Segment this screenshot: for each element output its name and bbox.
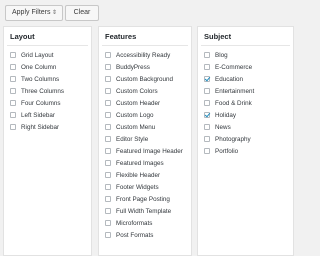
checkbox[interactable] (105, 148, 111, 154)
filter-option-label: Custom Background (116, 76, 174, 83)
checkbox[interactable] (204, 100, 210, 106)
filter-option-label: Custom Colors (116, 88, 158, 95)
checkbox[interactable] (10, 100, 16, 106)
checkbox-checked[interactable] (204, 112, 210, 118)
checkbox[interactable] (204, 136, 210, 142)
checkbox[interactable] (105, 136, 111, 142)
filter-option-label: Front Page Posting (116, 196, 170, 203)
features-panel-title: Features (105, 32, 137, 41)
filter-option-label: Footer Widgets (116, 184, 159, 191)
checkbox[interactable] (105, 52, 111, 58)
filter-option-label: BuddyPress (116, 64, 150, 71)
sort-arrows-icon: ⇕ (52, 10, 58, 16)
filter-option-label: Photography (215, 136, 251, 143)
filter-option-label: Editor Style (116, 136, 149, 143)
checkbox[interactable] (105, 160, 111, 166)
checkbox[interactable] (10, 124, 16, 130)
checkbox[interactable] (10, 76, 16, 82)
filter-option-label: Accessibility Ready (116, 52, 171, 59)
apply-filters-button[interactable]: Apply Filters ⇕ (5, 5, 63, 21)
filter-option-label: Flexible Header (116, 172, 161, 179)
checkbox[interactable] (204, 88, 210, 94)
filter-option-label: Two Columns (21, 76, 60, 83)
checkbox[interactable] (204, 124, 210, 130)
checkbox[interactable] (105, 196, 111, 202)
checkbox[interactable] (204, 148, 210, 154)
checkbox[interactable] (10, 64, 16, 70)
layout-panel: Layout Grid Layout One Column Two Columns T… (3, 26, 92, 256)
filter-option-label: Grid Layout (21, 52, 54, 59)
checkbox[interactable] (10, 112, 16, 118)
subject-panel-title: Subject (204, 32, 232, 41)
checkbox[interactable] (105, 220, 111, 226)
filter-option-label: Portfolio (215, 148, 239, 155)
checkbox[interactable] (105, 76, 111, 82)
filter-option-label: Featured Image Header (116, 148, 183, 155)
checkbox[interactable] (204, 64, 210, 70)
checkbox[interactable] (105, 208, 111, 214)
filter-option-label: Four Columns (21, 100, 61, 107)
layout-divider (7, 45, 88, 46)
checkbox[interactable] (105, 100, 111, 106)
filter-option-label: Food & Drink (215, 100, 252, 107)
layout-panel-title: Layout (10, 32, 35, 41)
apply-filters-label: Apply Filters (12, 9, 51, 16)
clear-button[interactable]: Clear (65, 5, 99, 21)
subject-divider (201, 45, 290, 46)
checkbox[interactable] (105, 64, 111, 70)
filter-option-label: E-Commerce (215, 64, 253, 71)
checkbox[interactable] (105, 124, 111, 130)
filter-option-label: Post Formats (116, 232, 154, 239)
filter-option-label: Blog (215, 52, 228, 59)
checkbox[interactable] (10, 52, 16, 58)
checkbox[interactable] (105, 184, 111, 190)
filter-option-label: News (215, 124, 231, 131)
filter-option-label: Featured Images (116, 160, 164, 167)
subject-panel: Subject Blog E-Commerce Education Entertain… (197, 26, 294, 256)
features-divider (102, 45, 188, 46)
filter-option-label: Holiday (215, 112, 236, 119)
checkbox[interactable] (105, 88, 111, 94)
filter-option-label: Three Columns (21, 88, 65, 95)
checkbox[interactable] (105, 112, 111, 118)
checkbox[interactable] (204, 52, 210, 58)
filter-option-label: Microformats (116, 220, 153, 227)
checkbox[interactable] (10, 88, 16, 94)
filter-option-label: Entertainment (215, 88, 255, 95)
filter-option-label: Custom Header (116, 100, 161, 107)
checkbox[interactable] (105, 232, 111, 238)
filter-option-label: Custom Logo (116, 112, 154, 119)
features-panel: Features Accessibility Ready BuddyPress Cu… (98, 26, 192, 256)
filter-option-label: Full Width Template (116, 208, 172, 215)
filter-option-label: Right Sidebar (21, 124, 60, 131)
filter-option-label: One Column (21, 64, 57, 71)
filter-option-label: Left Sidebar (21, 112, 55, 119)
filter-option-label: Education (215, 76, 244, 83)
checkbox[interactable] (105, 172, 111, 178)
filter-option-label: Custom Menu (116, 124, 156, 131)
checkbox-checked[interactable] (204, 76, 210, 82)
